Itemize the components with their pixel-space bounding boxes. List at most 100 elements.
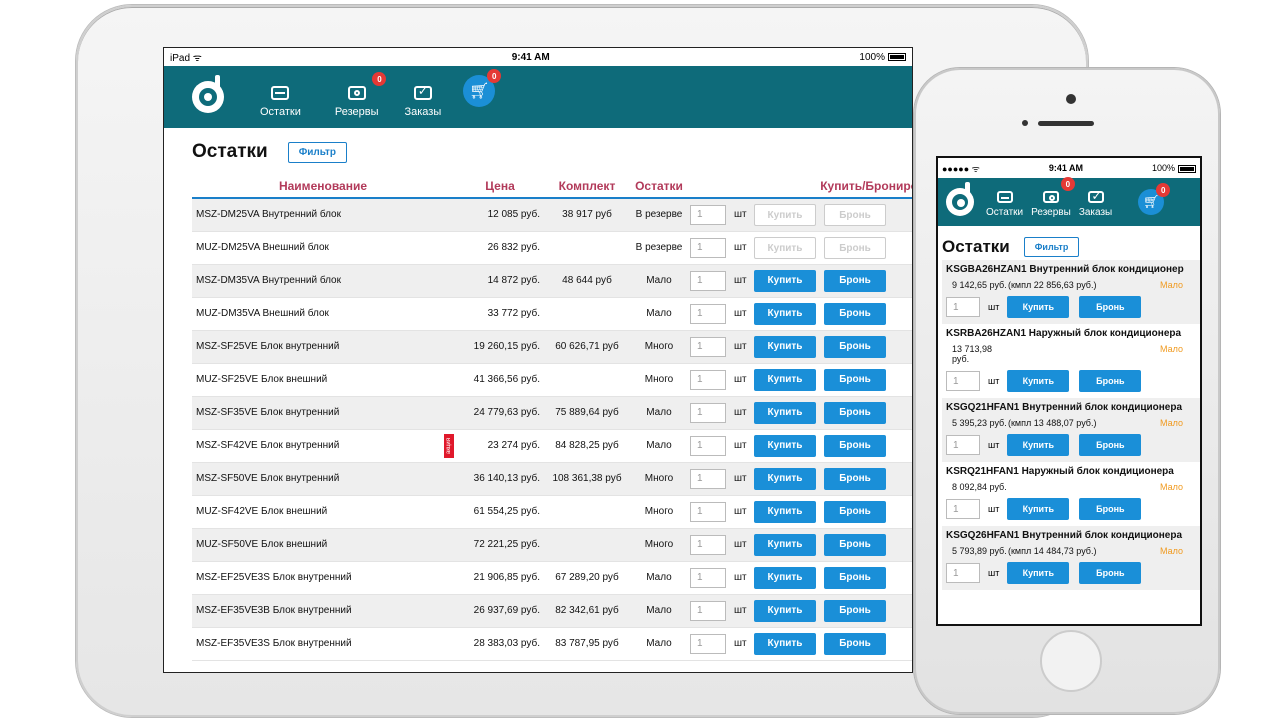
actions-cell: Купить Бронь: [754, 462, 912, 496]
ipad-battery: 100%: [859, 52, 906, 63]
buy-button[interactable]: Купить: [1007, 498, 1070, 520]
buy-button[interactable]: Купить: [754, 632, 816, 655]
reserve-button[interactable]: Бронь: [824, 401, 886, 424]
product-name: MSZ-SF25VE Блок внутренний: [192, 330, 454, 364]
product-name: MSZ-SF50VE Блок внутренний: [192, 462, 454, 496]
reserve-button[interactable]: Бронь: [824, 467, 886, 490]
col-price: Цена: [454, 174, 546, 199]
actions-cell: Купить Бронь: [754, 363, 912, 397]
quantity-input[interactable]: 1: [946, 563, 980, 583]
app-logo-icon[interactable]: [946, 182, 974, 216]
quantity-input[interactable]: 1: [690, 402, 726, 423]
kit-price: [1008, 344, 1160, 364]
reserve-button[interactable]: Бронь: [824, 599, 886, 622]
unit-label: шт: [734, 539, 747, 550]
quantity-cell: 1 шт: [690, 627, 754, 661]
filter-button[interactable]: Фильтр: [1023, 237, 1080, 257]
buy-button[interactable]: Купить: [754, 302, 816, 325]
stock-status: Мало: [628, 297, 690, 331]
nav-item-orders[interactable]: Заказы: [396, 84, 449, 118]
product-name: MUZ-SF25VE Блок внешний: [192, 363, 454, 397]
iphone-battery-label: 100%: [1151, 163, 1175, 173]
col-stock: Остатки: [628, 174, 690, 199]
product-name: MSZ-DM25VA Внутренний блок: [192, 198, 454, 232]
actions-cell: Купить Бронь: [754, 231, 912, 265]
buy-button[interactable]: Купить: [754, 401, 816, 424]
filter-button[interactable]: Фильтр: [287, 141, 348, 163]
buy-button[interactable]: Купить: [754, 368, 816, 391]
buy-button[interactable]: Купить: [754, 269, 816, 292]
kit-price: [1008, 482, 1160, 492]
reserve-button[interactable]: Бронь: [824, 335, 886, 358]
quantity-input[interactable]: 1: [690, 534, 726, 555]
reserve-button[interactable]: Бронь: [824, 566, 886, 589]
reserve-button[interactable]: Бронь: [824, 302, 886, 325]
product-price: 26 937,69 руб.: [454, 594, 546, 628]
quantity-input[interactable]: 1: [690, 468, 726, 489]
product-price: 33 772 руб.: [454, 297, 546, 331]
nav-item-reserves[interactable]: 0 Резервы: [327, 72, 387, 118]
quantity-input[interactable]: 1: [690, 435, 726, 456]
buy-button[interactable]: Купить: [754, 533, 816, 556]
quantity-input[interactable]: 1: [690, 237, 726, 258]
reserve-button[interactable]: Бронь: [1079, 370, 1142, 392]
quantity-input[interactable]: 1: [690, 600, 726, 621]
ipad-screen: iPad ᯤ 9:41 AM 100% Остатки 0 Резервы За…: [163, 47, 913, 673]
quantity-input[interactable]: 1: [946, 499, 980, 519]
quantity-input[interactable]: 1: [946, 435, 980, 455]
quantity-input[interactable]: 1: [690, 204, 726, 225]
app-logo-icon[interactable]: [192, 75, 224, 113]
buy-button[interactable]: Купить: [754, 434, 816, 457]
reserve-button[interactable]: Бронь: [1079, 498, 1142, 520]
buy-button[interactable]: Купить: [1007, 562, 1070, 584]
battery-icon: [1178, 164, 1196, 173]
price-value: 72 221,25 руб.: [473, 539, 540, 550]
product-name: KSRBA26HZAN1 Наружный блок кондиционера: [946, 328, 1182, 339]
actions-cell: Купить Бронь: [754, 330, 912, 364]
buy-button[interactable]: Купить: [754, 500, 816, 523]
stock-status: Мало: [628, 264, 690, 298]
reserve-button[interactable]: Бронь: [824, 632, 886, 655]
ipad-app-bar: Остатки 0 Резервы Заказы 🛒︎ 0: [164, 66, 912, 128]
quantity-input[interactable]: 1: [690, 270, 726, 291]
unit-label: шт: [734, 308, 747, 319]
reserve-button[interactable]: Бронь: [1079, 296, 1142, 318]
quantity-input[interactable]: 1: [690, 369, 726, 390]
quantity-input[interactable]: 1: [690, 303, 726, 324]
quantity-input[interactable]: 1: [690, 567, 726, 588]
quantity-input[interactable]: 1: [690, 336, 726, 357]
reserve-button[interactable]: Бронь: [824, 533, 886, 556]
nav-item-stock[interactable]: Остатки: [982, 191, 1027, 218]
promo-badge: акция: [444, 433, 454, 458]
reserve-button[interactable]: Бронь: [824, 434, 886, 457]
quantity-input[interactable]: 1: [946, 371, 980, 391]
buy-button[interactable]: Купить: [1007, 434, 1070, 456]
nav-item-reserves[interactable]: 0 Резервы: [1027, 177, 1075, 218]
buy-button[interactable]: Купить: [754, 335, 816, 358]
buy-button[interactable]: Купить: [754, 566, 816, 589]
reserve-button[interactable]: Бронь: [1079, 562, 1142, 584]
table-row: MUZ-DM35VA Внешний блок 33 772 руб. Мало 1 ш…: [192, 297, 912, 331]
buy-button[interactable]: Купить: [754, 467, 816, 490]
buy-button[interactable]: Купить: [1007, 296, 1070, 318]
ipad-nav: Остатки 0 Резервы Заказы: [252, 66, 449, 128]
page-title: Остатки: [942, 237, 1010, 256]
buy-button[interactable]: Купить: [1007, 370, 1070, 392]
nav-item-stock[interactable]: Остатки: [252, 86, 309, 118]
reserve-button[interactable]: Бронь: [1079, 434, 1142, 456]
quantity-input[interactable]: 1: [690, 633, 726, 654]
quantity-input[interactable]: 1: [690, 501, 726, 522]
quantity-input[interactable]: 1: [946, 297, 980, 317]
iphone-device: ●●●●● ᯤ 9:41 AM 100% Остатки 0 Резервы ✓…: [914, 68, 1220, 714]
price-value: 14 872 руб.: [487, 275, 540, 286]
reserve-button[interactable]: Бронь: [824, 269, 886, 292]
iphone-clock: 9:41 AM: [1048, 163, 1084, 173]
cart-button[interactable]: 🛒︎ 0: [1138, 183, 1171, 215]
iphone-nav: Остатки 0 Резервы Заказы: [982, 177, 1116, 226]
kit-price: [546, 231, 628, 265]
nav-item-orders[interactable]: Заказы: [1075, 189, 1116, 218]
buy-button[interactable]: Купить: [754, 599, 816, 622]
reserve-button[interactable]: Бронь: [824, 368, 886, 391]
cart-button[interactable]: 🛒︎ 0: [463, 69, 502, 107]
reserve-button[interactable]: Бронь: [824, 500, 886, 523]
